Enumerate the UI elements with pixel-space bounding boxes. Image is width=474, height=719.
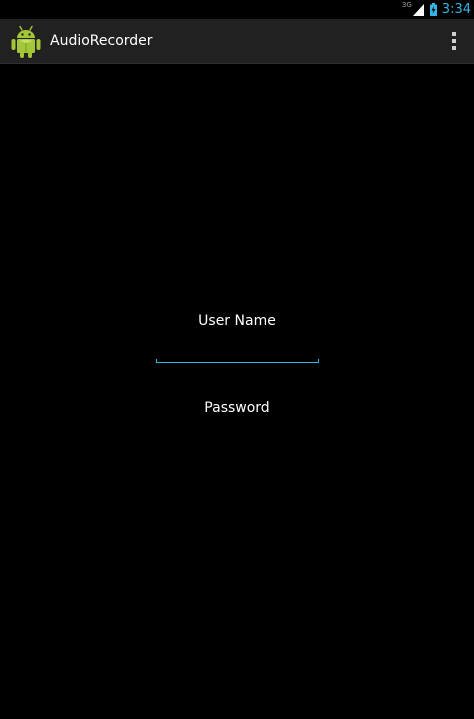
battery-icon <box>429 3 437 16</box>
overflow-dot <box>452 39 456 43</box>
username-field[interactable] <box>156 340 319 364</box>
network-type-label: 3G <box>401 1 412 9</box>
username-label: User Name <box>198 313 276 329</box>
action-bar: AudioRecorder <box>0 19 474 64</box>
signal-icon <box>412 3 424 16</box>
username-input[interactable] <box>158 340 317 360</box>
app-screen: 3G 3:34 AudioRecorder User Name Password <box>0 0 474 719</box>
android-robot-icon[interactable] <box>11 25 41 58</box>
status-indicators: 3G 3:34 <box>402 0 471 19</box>
status-bar: 3G 3:34 <box>0 0 474 19</box>
overflow-menu-icon[interactable] <box>446 29 462 53</box>
status-clock: 3:34 <box>441 2 471 17</box>
username-field-underline <box>156 359 319 363</box>
overflow-dot <box>452 46 456 50</box>
password-label: Password <box>204 400 270 416</box>
overflow-dot <box>452 32 456 36</box>
app-title: AudioRecorder <box>50 33 153 49</box>
